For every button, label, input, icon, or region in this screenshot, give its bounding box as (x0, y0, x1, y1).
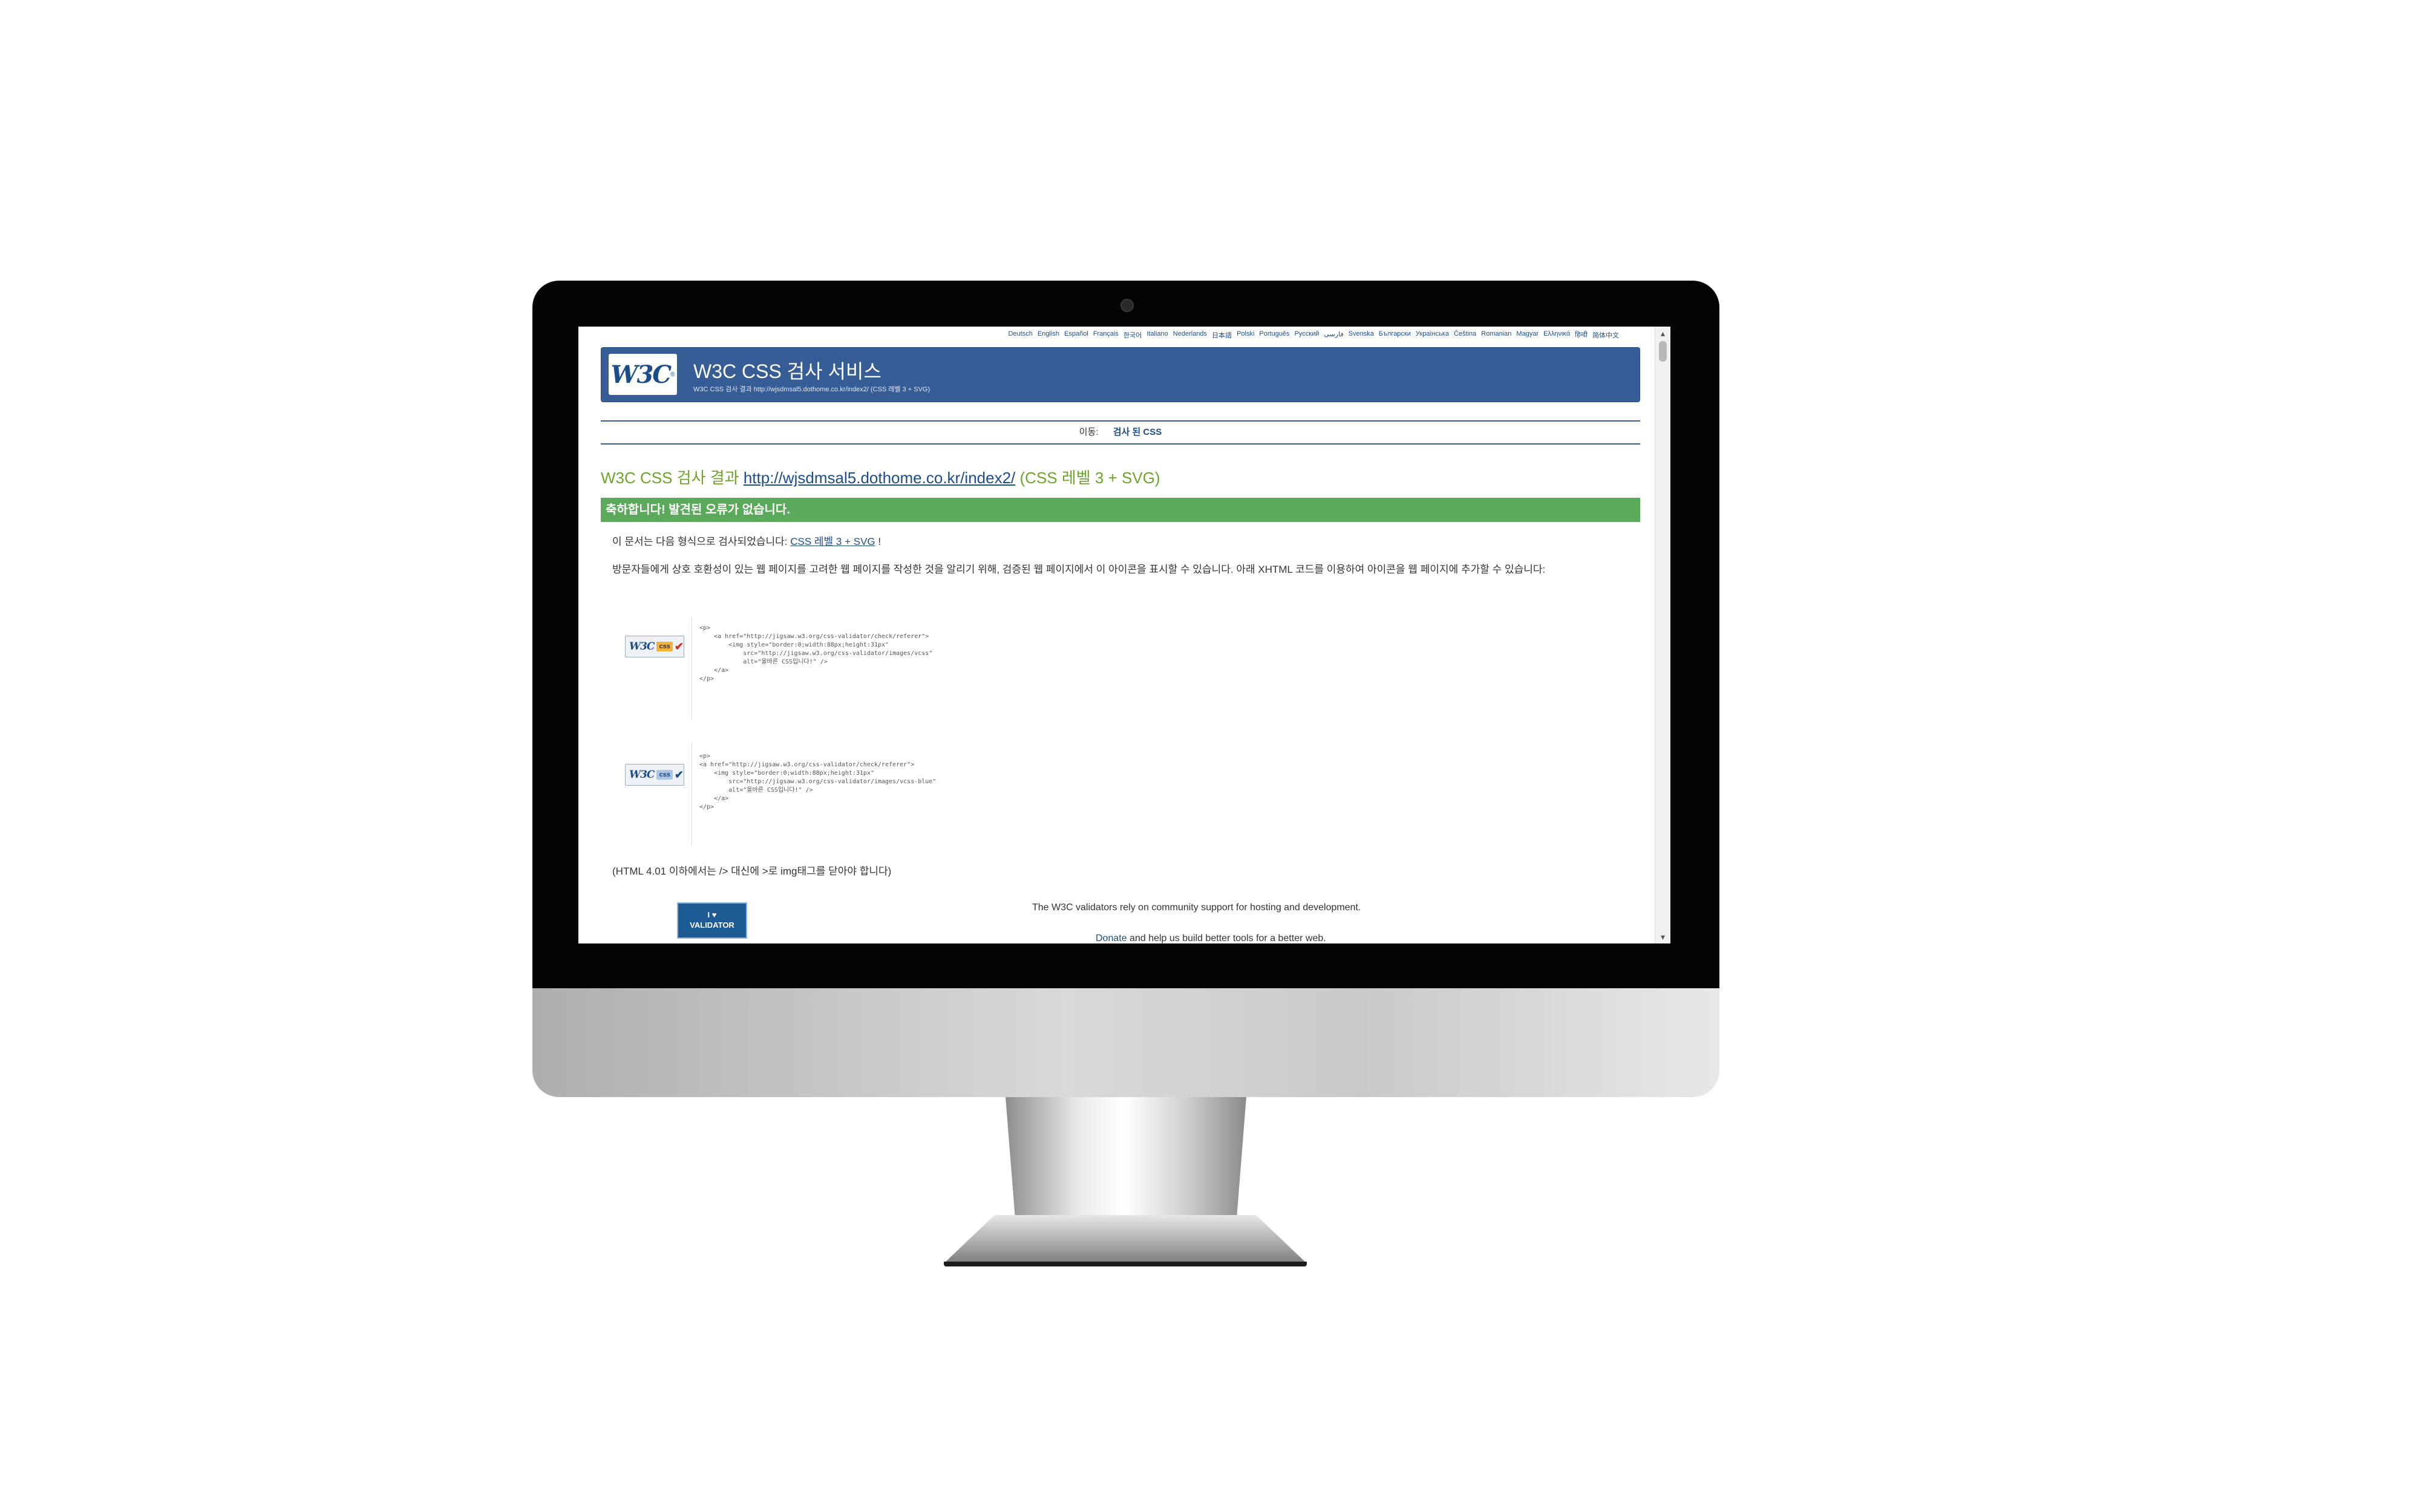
language-link[interactable]: 简体中文 (1592, 330, 1619, 342)
language-link[interactable]: Русский (1295, 330, 1320, 342)
monitor-chin (532, 988, 1719, 1097)
stand-base-edge (944, 1262, 1307, 1266)
language-link[interactable]: Українська (1416, 330, 1449, 342)
camera-dot (1120, 299, 1134, 312)
language-link[interactable]: Svenska (1349, 330, 1374, 342)
jump-nav: 이동: 검사 된 CSS (601, 420, 1640, 445)
scroll-down-arrow-icon[interactable]: ▾ (1655, 930, 1670, 943)
language-link[interactable]: 日本語 (1212, 330, 1232, 342)
language-link[interactable]: Italiano (1146, 330, 1168, 342)
scroll-up-arrow-icon[interactable]: ▴ (1655, 327, 1670, 340)
language-link[interactable]: Romanian (1481, 330, 1511, 342)
language-link[interactable]: Deutsch (1009, 330, 1033, 342)
validated-css-link[interactable]: 검사 된 CSS (1113, 427, 1162, 437)
badge-info-text: 방문자들에게 상호 호환성이 있는 웹 페이지를 고려한 웹 페이지를 작성한 … (612, 564, 1546, 575)
language-link[interactable]: Español (1064, 330, 1088, 342)
validated-profile-text: 이 문서는 다음 형식으로 검사되었습니다: CSS 레벨 3 + SVG ! (612, 536, 881, 547)
html401-note: (HTML 4.01 이하에서는 /> 대신에 >로 img태그를 닫아야 합니… (612, 865, 892, 877)
language-link[interactable]: Nederlands (1173, 330, 1207, 342)
screen: Deutsch English Español Français 한국어 Italiano… (578, 327, 1670, 943)
language-link[interactable]: Čeština (1454, 330, 1476, 342)
donate-link[interactable]: Donate (1096, 933, 1127, 943)
jump-label: 이동: (1079, 427, 1099, 437)
scroll-thumb[interactable] (1659, 341, 1667, 362)
monitor-bezel: Deutsch English Español Français 한국어 Italiano… (532, 281, 1719, 988)
result-heading: W3C CSS 검사 결과 http://wjsdmsal5.dothome.c… (601, 469, 1160, 487)
badge-code-gold: <p> <a href="http://jigsaw.w3.org/css-va… (692, 617, 934, 720)
check-icon: ✔ (674, 768, 684, 781)
vertical-scrollbar[interactable]: ▴ ▾ (1655, 327, 1670, 943)
monitor-stand-neck (1006, 1097, 1246, 1218)
i-love-validator-badge[interactable]: I ♥ VALIDATOR (677, 902, 747, 939)
check-icon: ✔ (674, 640, 684, 653)
language-link[interactable]: Polski (1237, 330, 1254, 342)
valid-css-badge-blue[interactable]: W3C css ✔ (625, 764, 684, 786)
language-link[interactable]: فارسی (1324, 330, 1343, 342)
validator-page: Deutsch English Español Français 한국어 Italiano… (578, 327, 1655, 943)
language-link[interactable]: Français (1093, 330, 1119, 342)
donate-text: Donate and help us build better tools fo… (1096, 933, 1326, 943)
valid-css-badge-gold[interactable]: W3C css ✔ (625, 636, 684, 657)
language-link[interactable]: Português (1259, 330, 1289, 342)
checked-url-link[interactable]: http://wjsdmsal5.dothome.co.kr/index2/ (744, 469, 1015, 487)
support-text: The W3C validators rely on community sup… (1032, 902, 1361, 913)
header-banner: W3C ® W3C CSS 검사 서비스 W3C CSS 검사 결과 http:/… (601, 347, 1640, 402)
language-link[interactable]: हिन्दी (1575, 330, 1588, 342)
profile-link[interactable]: CSS 레벨 3 + SVG (790, 536, 875, 547)
language-link[interactable]: Ελληνικά (1543, 330, 1570, 342)
language-link[interactable]: 한국어 (1123, 330, 1142, 342)
imac-mockup: Deutsch English Español Français 한국어 Italiano… (532, 281, 1719, 1271)
page-subtitle: W3C CSS 검사 결과 http://wjsdmsal5.dothome.c… (693, 386, 930, 393)
language-link[interactable]: Български (1379, 330, 1411, 342)
language-link[interactable]: English (1038, 330, 1059, 342)
language-link[interactable]: Magyar (1516, 330, 1539, 342)
monitor-stand-foot (944, 1215, 1307, 1263)
language-bar: Deutsch English Español Français 한국어 Italiano… (1009, 330, 1619, 342)
w3c-logo[interactable]: W3C ® (609, 354, 677, 395)
badge-code-blue: <p> <a href="http://jigsaw.w3.org/css-va… (692, 743, 936, 846)
page-title: W3C CSS 검사 서비스 (693, 360, 881, 382)
success-banner: 축하합니다! 발견된 오류가 없습니다. (601, 498, 1640, 522)
